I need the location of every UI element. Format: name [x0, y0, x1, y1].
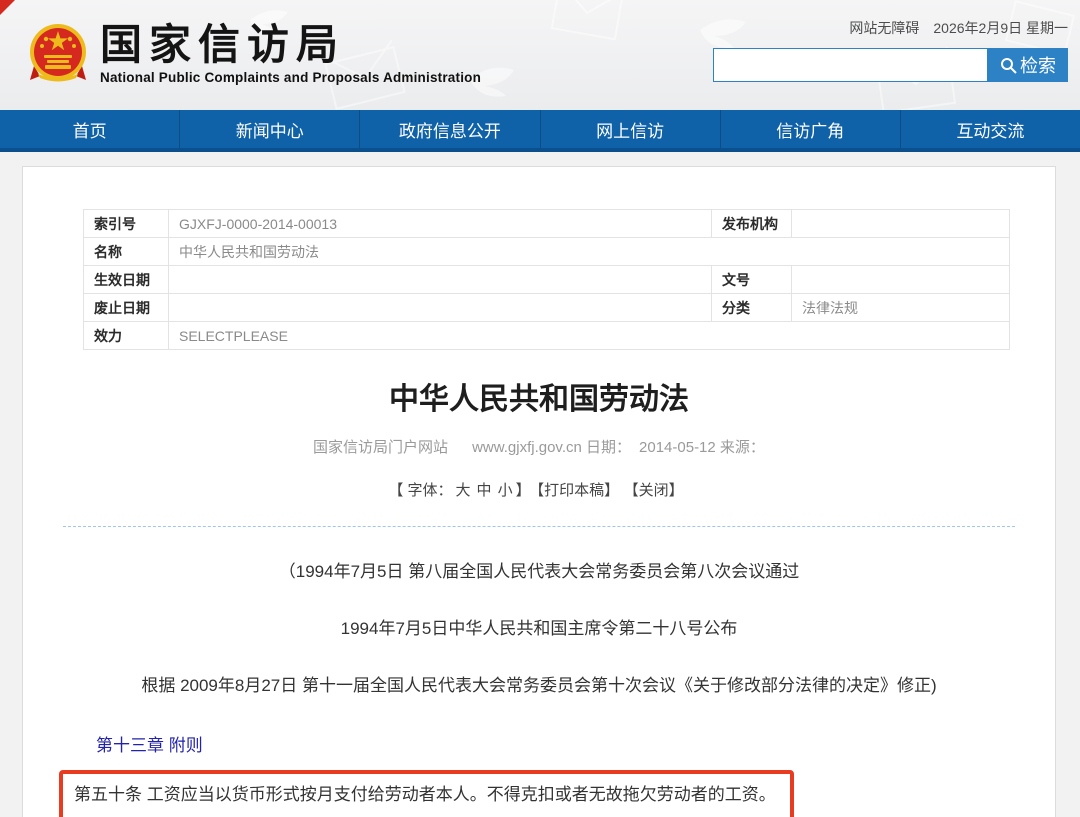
corner-ribbon-decoration: [0, 0, 15, 15]
date-label: 日期：: [586, 439, 631, 456]
nav-item-wide-angle[interactable]: 信访广角: [721, 110, 901, 148]
nav-item-gov-info[interactable]: 政府信息公开: [360, 110, 540, 148]
table-row: 生效日期 文号: [84, 266, 1010, 294]
font-size-prefix: 【 字体：: [388, 482, 452, 499]
nav-item-interaction[interactable]: 互动交流: [901, 110, 1080, 148]
article-controls: 【 字体：大中小】【打印本稿】【关闭】: [23, 479, 1055, 500]
nav-item-news[interactable]: 新闻中心: [180, 110, 360, 148]
site-title: 国家信访局: [100, 22, 481, 68]
font-size-small-button[interactable]: 小: [498, 482, 513, 499]
nav-item-online[interactable]: 网上信访: [541, 110, 721, 148]
doc-number-value: [792, 266, 1010, 294]
font-size-suffix: 】: [516, 482, 531, 499]
index-label: 索引号: [84, 210, 169, 238]
category-value: 法律法规: [792, 294, 1010, 322]
article-body: （1994年7月5日 第八届全国人民代表大会常务委员会第八次会议通过 1994年…: [23, 560, 1055, 817]
article-title: 中华人民共和国劳动法: [23, 374, 1055, 418]
print-button[interactable]: 【打印本稿】: [537, 482, 620, 499]
current-date: 2026年2月9日 星期一: [933, 20, 1068, 36]
source-site: 国家信访局门户网站: [313, 439, 448, 456]
effective-date-value: [169, 266, 712, 294]
article-paragraph: 1994年7月5日中华人民共和国主席令第二十八号公布: [63, 617, 1015, 641]
document-info-table: 索引号 GJXFJ-0000-2014-00013 发布机构 名称 中华人民共和…: [83, 209, 1010, 350]
table-row: 名称 中华人民共和国劳动法: [84, 238, 1010, 266]
font-size-medium-button[interactable]: 中: [477, 482, 492, 499]
table-row: 索引号 GJXFJ-0000-2014-00013 发布机构: [84, 210, 1010, 238]
search-icon: [1000, 57, 1017, 74]
repeal-date-label: 废止日期: [84, 294, 169, 322]
close-button[interactable]: 【关闭】: [631, 482, 684, 499]
nav-item-home[interactable]: 首页: [0, 110, 180, 148]
source-label: 来源：: [720, 439, 765, 456]
category-label: 分类: [712, 294, 792, 322]
chapter-heading: 第十三章 附则: [96, 734, 1015, 758]
issuer-value: [792, 210, 1010, 238]
article-meta: 国家信访局门户网站www.gjxfj.gov.cn 日期：2014-05-12 …: [23, 436, 1055, 457]
doc-number-label: 文号: [712, 266, 792, 294]
validity-value: SELECTPLEASE: [169, 322, 1010, 350]
name-value: 中华人民共和国劳动法: [169, 238, 1010, 266]
site-subtitle-en: National Public Complaints and Proposals…: [100, 70, 481, 85]
accessibility-link[interactable]: 网站无障碍: [849, 20, 919, 36]
validity-label: 效力: [84, 322, 169, 350]
article-paragraph: 根据 2009年8月27日 第十一届全国人民代表大会常务委员会第十次会议《关于修…: [63, 674, 1015, 698]
font-size-large-button[interactable]: 大: [456, 482, 471, 499]
effective-date-label: 生效日期: [84, 266, 169, 294]
repeal-date-value: [169, 294, 712, 322]
annotation-highlight-box: 第五十条 工资应当以货币形式按月支付给劳动者本人。不得克扣或者无故拖欠劳动者的工…: [59, 770, 794, 817]
site-url: www.gjxfj.gov.cn: [472, 439, 582, 456]
search-button[interactable]: 检索: [988, 48, 1068, 82]
publish-date: 2014-05-12: [639, 439, 716, 456]
table-row: 废止日期 分类 法律法规: [84, 294, 1010, 322]
site-header: 国家信访局 National Public Complaints and Pro…: [0, 0, 1080, 110]
main-navigation: 首页 新闻中心 政府信息公开 网上信访 信访广角 互动交流: [0, 110, 1080, 152]
table-row: 效力 SELECTPLEASE: [84, 322, 1010, 350]
issuer-label: 发布机构: [712, 210, 792, 238]
index-value: GJXFJ-0000-2014-00013: [169, 210, 712, 238]
search-input[interactable]: [713, 48, 988, 82]
article-paragraph: （1994年7月5日 第八届全国人民代表大会常务委员会第八次会议通过: [63, 560, 1015, 584]
name-label: 名称: [84, 238, 169, 266]
search-button-label: 检索: [1020, 52, 1056, 78]
national-emblem-icon: [28, 22, 88, 84]
highlighted-article-clause: 第五十条 工资应当以货币形式按月支付给劳动者本人。不得克扣或者无故拖欠劳动者的工…: [74, 785, 776, 804]
content-panel: 索引号 GJXFJ-0000-2014-00013 发布机构 名称 中华人民共和…: [22, 166, 1056, 817]
logo-link[interactable]: 国家信访局 National Public Complaints and Pro…: [28, 22, 481, 85]
article-divider: [63, 526, 1015, 527]
